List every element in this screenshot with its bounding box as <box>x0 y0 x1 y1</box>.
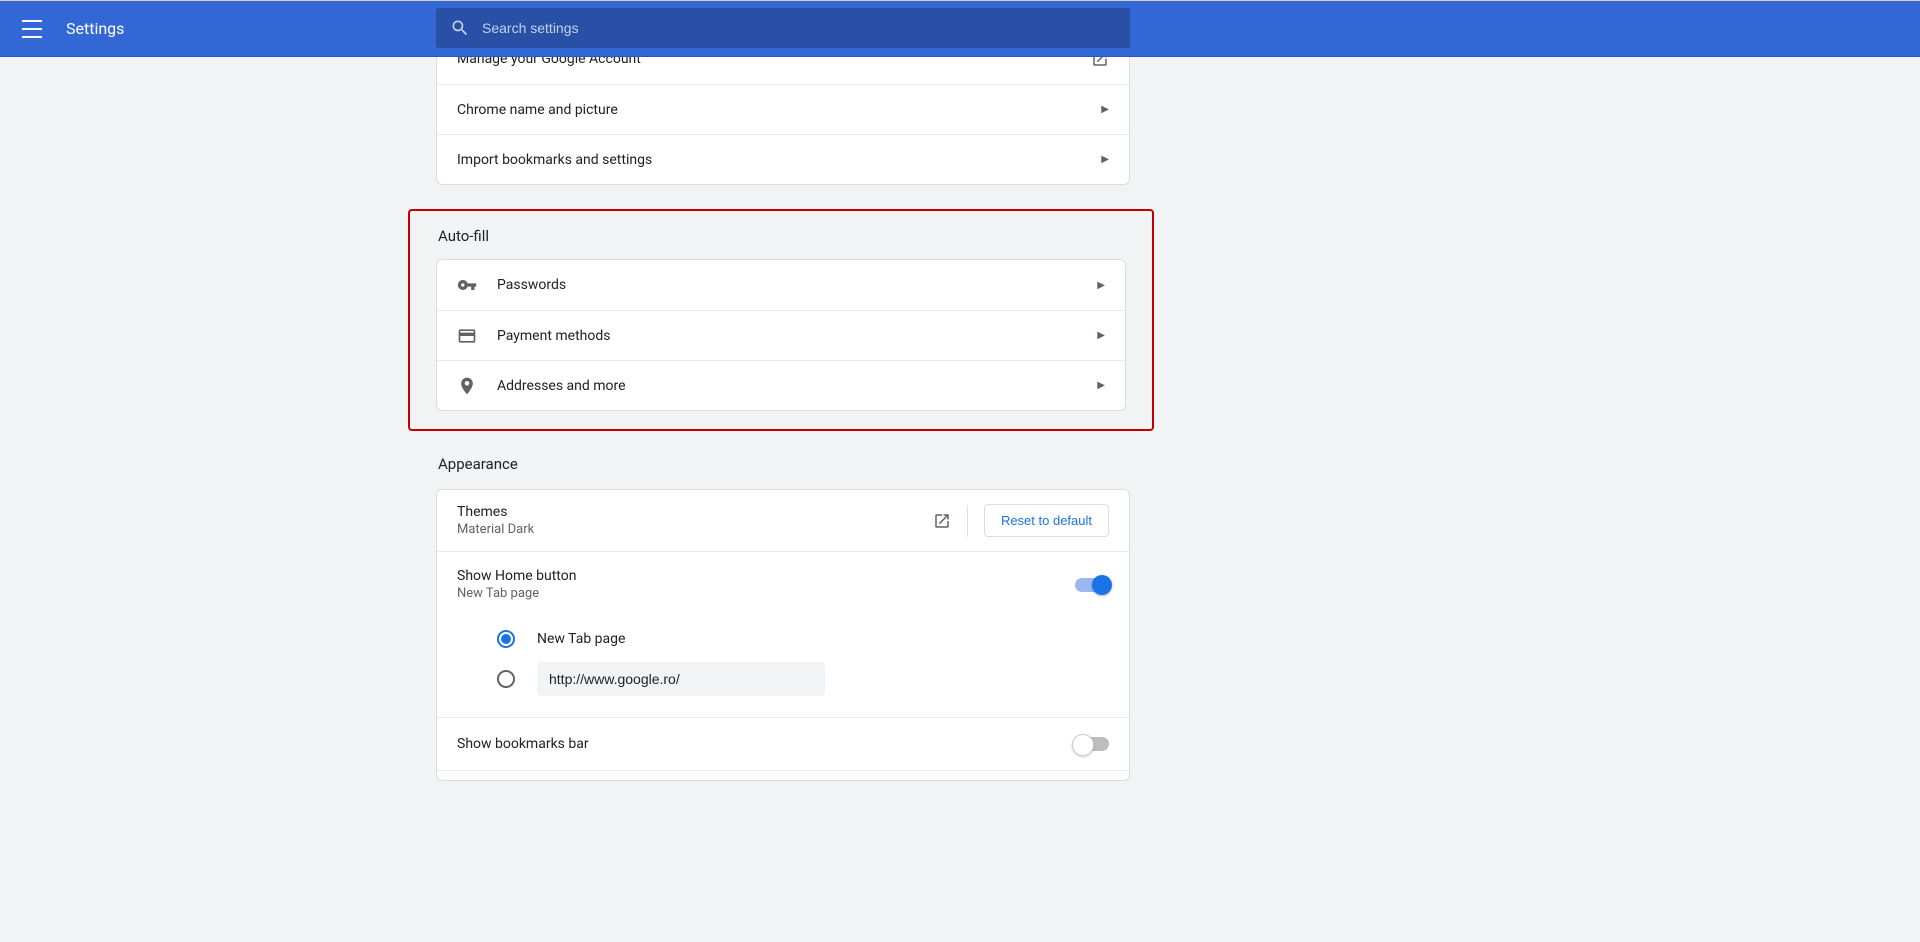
section-title-autofill: Auto-fill <box>438 227 1126 245</box>
appearance-card: Themes Material Dark Reset to default Sh… <box>436 489 1130 781</box>
row-show-home: Show Home button New Tab page New Tab pa… <box>437 551 1129 717</box>
row-label: Addresses and more <box>497 378 1097 394</box>
row-show-bookmarks-bar: Show bookmarks bar <box>437 717 1129 770</box>
show-bookmarks-label: Show bookmarks bar <box>457 736 1075 752</box>
search-input[interactable] <box>470 20 1130 36</box>
hamburger-menu-icon[interactable] <box>22 17 46 41</box>
search-icon <box>450 18 470 38</box>
search-container[interactable] <box>436 8 1130 48</box>
radio-label-newtab: New Tab page <box>537 631 625 647</box>
show-home-sublabel: New Tab page <box>457 586 1075 601</box>
row-label: Manage your Google Account <box>457 57 1091 67</box>
autofill-highlight: Auto-fill Passwords ▶ Payment methods ▶ <box>408 209 1154 431</box>
home-url-input[interactable] <box>537 662 825 696</box>
row-manage-google-account[interactable]: Manage your Google Account <box>437 57 1129 84</box>
radio-custom-url[interactable] <box>497 670 515 688</box>
location-pin-icon <box>457 376 477 396</box>
row-label: Payment methods <box>497 328 1097 344</box>
open-external-icon <box>1091 57 1109 68</box>
chevron-right-icon: ▶ <box>1101 154 1109 165</box>
chevron-right-icon: ▶ <box>1097 330 1105 341</box>
section-title-appearance: Appearance <box>438 455 1130 473</box>
themes-label: Themes <box>457 504 933 520</box>
row-import-bookmarks[interactable]: Import bookmarks and settings ▶ <box>437 134 1129 184</box>
chevron-right-icon: ▶ <box>1097 280 1105 291</box>
row-passwords[interactable]: Passwords ▶ <box>437 260 1125 310</box>
home-radio-group: New Tab page <box>497 619 1109 699</box>
open-external-icon <box>933 512 951 530</box>
row-payment-methods[interactable]: Payment methods ▶ <box>437 310 1125 360</box>
row-label: Chrome name and picture <box>457 102 1101 118</box>
row-addresses[interactable]: Addresses and more ▶ <box>437 360 1125 410</box>
show-bookmarks-toggle[interactable] <box>1075 737 1109 751</box>
row-themes[interactable]: Themes Material Dark Reset to default <box>437 490 1129 551</box>
page-title: Settings <box>66 19 124 38</box>
row-chrome-name-picture[interactable]: Chrome name and picture ▶ <box>437 84 1129 134</box>
content-scroll[interactable]: Manage your Google Account Chrome name a… <box>0 57 1920 942</box>
row-label: Passwords <box>497 277 1097 293</box>
header-bar: Settings <box>0 1 1920 57</box>
show-home-label: Show Home button <box>457 568 1075 584</box>
radio-new-tab-page[interactable] <box>497 630 515 648</box>
chevron-right-icon: ▶ <box>1097 380 1105 391</box>
chevron-right-icon: ▶ <box>1101 104 1109 115</box>
reset-to-default-button[interactable]: Reset to default <box>984 504 1109 537</box>
credit-card-icon <box>457 326 477 346</box>
themes-sublabel: Material Dark <box>457 522 933 537</box>
people-card: Manage your Google Account Chrome name a… <box>436 57 1130 185</box>
autofill-card: Passwords ▶ Payment methods ▶ Addresses … <box>436 259 1126 411</box>
show-home-toggle[interactable] <box>1075 578 1109 592</box>
vertical-divider <box>967 505 968 537</box>
row-label: Import bookmarks and settings <box>457 152 1101 168</box>
key-icon <box>457 275 477 295</box>
